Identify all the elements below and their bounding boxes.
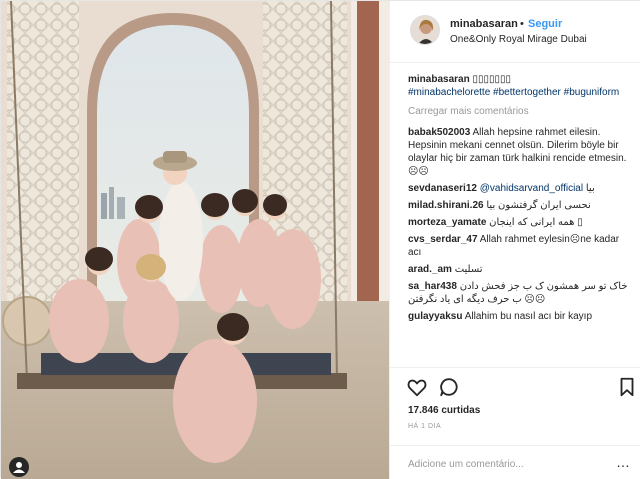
caption: minabasaran ▯▯▯▯▯▯▯ #minabachelorette #b… — [408, 73, 630, 99]
add-comment-section: … — [390, 445, 640, 479]
comment-username[interactable]: milad.shirani.26 — [408, 200, 484, 211]
post-header: minabasaran • Seguir One&Only Royal Mira… — [390, 1, 640, 63]
location-link[interactable]: One&Only Royal Mirage Dubai — [450, 34, 587, 45]
comment-item: sevdanaseri12 @vahidsarvand_official بیا — [408, 182, 630, 195]
add-comment-input[interactable] — [408, 456, 598, 472]
comment-item: morteza_yamate همه ایرانی که اینجان ▯ — [408, 216, 630, 229]
comment-item: cvs_serdar_47 Allah rahmet eylesin☹ne ka… — [408, 233, 630, 259]
comment-text: Allahim bu nasıl acı bir kayıp — [464, 311, 592, 322]
post-photo[interactable] — [1, 1, 389, 479]
load-more-comments-button[interactable]: Carregar mais comentários — [408, 105, 630, 118]
comment-text: نحسی ایران گرفتشون بیا — [486, 200, 591, 211]
comment-username[interactable]: arad._am — [408, 264, 452, 275]
comment-username[interactable]: morteza_yamate — [408, 217, 486, 228]
caption-hashtags[interactable]: #minabachelorette #bettertogether #bugun… — [408, 87, 619, 98]
comment-mention[interactable]: @vahidsarvand_official — [480, 183, 583, 194]
comment-text: بیا — [585, 183, 595, 194]
comment-item: babak502003 Allah hepsine rahmet eilesin… — [408, 126, 630, 178]
caption-text: ▯▯▯▯▯▯▯ — [472, 74, 512, 85]
save-bookmark-icon[interactable] — [616, 376, 638, 398]
comment-username[interactable]: babak502003 — [408, 127, 470, 138]
comment-item: arad._am تسلیت — [408, 263, 630, 276]
post-actions — [390, 367, 640, 403]
post-sidebar: minabasaran • Seguir One&Only Royal Mira… — [389, 1, 640, 479]
caption-username[interactable]: minabasaran — [408, 74, 470, 85]
instagram-post: minabasaran • Seguir One&Only Royal Mira… — [0, 0, 640, 479]
comment-item: milad.shirani.26 نحسی ایران گرفتشون بیا — [408, 199, 630, 212]
comment-item: sa_har438 خاک تو سر همشون ک ب جز فحش داد… — [408, 280, 630, 306]
more-options-icon[interactable]: … — [616, 454, 630, 470]
user-tag-icon[interactable] — [9, 457, 29, 477]
likes-count[interactable]: 17.846 curtidas — [408, 405, 480, 416]
comments-list: minabasaran ▯▯▯▯▯▯▯ #minabachelorette #b… — [408, 73, 630, 367]
follow-button[interactable]: Seguir — [528, 18, 562, 30]
post-timestamp: HÁ 1 DIA — [408, 423, 442, 430]
comment-username[interactable]: cvs_serdar_47 — [408, 234, 478, 245]
comment-bubble-icon[interactable] — [438, 376, 460, 398]
comment-username[interactable]: sevdanaseri12 — [408, 183, 477, 194]
comment-text: تسلیت — [454, 264, 483, 275]
header-separator: • — [520, 18, 524, 30]
comment-username[interactable]: gulayyaksu — [408, 311, 462, 322]
like-heart-icon[interactable] — [406, 376, 428, 398]
photo-image — [1, 1, 389, 479]
comment-item: gulayyaksu Allahim bu nasıl acı bir kayı… — [408, 310, 630, 323]
comment-text: همه ایرانی که اینجان ▯ — [489, 217, 583, 228]
comment-username[interactable]: sa_har438 — [408, 281, 457, 292]
avatar[interactable] — [410, 15, 440, 45]
header-username[interactable]: minabasaran — [450, 18, 518, 30]
